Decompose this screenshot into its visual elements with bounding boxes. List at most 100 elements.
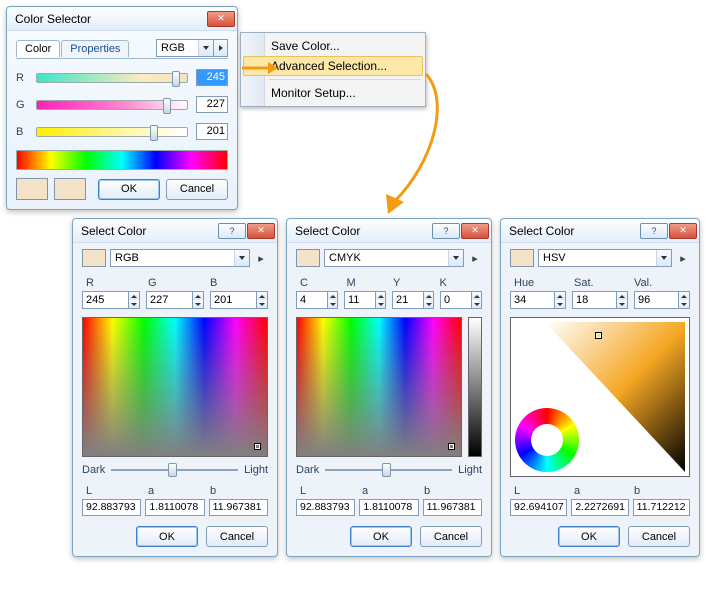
help-icon[interactable]: ? [640, 223, 668, 239]
spin-b[interactable] [210, 291, 268, 309]
menu-advanced-selection[interactable]: Advanced Selection... [243, 56, 423, 76]
close-icon[interactable]: ✕ [247, 223, 275, 239]
cancel-button[interactable]: Cancel [628, 526, 690, 547]
current-swatch [296, 249, 320, 267]
mode-combo[interactable]: RGB [110, 249, 250, 267]
overflow-icon[interactable]: ▸ [254, 251, 268, 265]
ok-button[interactable]: OK [98, 179, 160, 200]
brightness-slider[interactable] [111, 463, 238, 477]
chevron-right-icon [219, 45, 223, 51]
select-color-hsv-window: Select Color ? ✕ HSV ▸ Hue Sat. Val. [500, 218, 700, 557]
help-icon[interactable]: ? [432, 223, 460, 239]
tab-color[interactable]: Color [16, 40, 60, 57]
spin-hue[interactable] [510, 291, 566, 309]
cancel-button[interactable]: Cancel [166, 179, 228, 200]
head-y: Y [389, 277, 436, 289]
head-k: K [436, 277, 483, 289]
mode-combo-label: HSV [543, 252, 656, 264]
current-swatch [82, 249, 106, 267]
lab-a[interactable]: 2.2272691 [571, 499, 628, 516]
close-icon[interactable]: ✕ [461, 223, 489, 239]
spin-sat[interactable] [572, 291, 628, 309]
lab-L[interactable]: 92.883793 [82, 499, 141, 516]
spin-m[interactable] [344, 291, 386, 309]
lab-L-head: L [296, 485, 358, 497]
color-picker[interactable] [296, 317, 462, 457]
head-m: M [343, 277, 390, 289]
channel-b-label: B [16, 126, 28, 138]
tab-properties[interactable]: Properties [61, 40, 129, 57]
menu-monitor-setup[interactable]: Monitor Setup... [243, 83, 423, 103]
lab-b-head: b [206, 485, 268, 497]
head-sat: Sat. [570, 277, 630, 289]
slider-r[interactable] [36, 73, 188, 83]
mode-combo[interactable]: HSV [538, 249, 672, 267]
value-b[interactable]: 201 [196, 123, 228, 140]
spin-val[interactable] [634, 291, 690, 309]
overflow-menu-button[interactable] [214, 39, 228, 57]
current-swatch [16, 178, 48, 200]
lab-b[interactable]: 11.967381 [209, 499, 268, 516]
spin-c[interactable] [296, 291, 338, 309]
select-color-rgb-window: Select Color ? ✕ RGB ▸ R G B Da [72, 218, 278, 557]
mode-combo-label: RGB [115, 252, 234, 264]
head-r: R [82, 277, 144, 289]
chevron-down-icon [234, 250, 249, 266]
cancel-button[interactable]: Cancel [206, 526, 268, 547]
value-g[interactable]: 227 [196, 96, 228, 113]
overflow-icon[interactable]: ▸ [676, 251, 690, 265]
help-icon[interactable]: ? [218, 223, 246, 239]
channel-g-label: G [16, 99, 28, 111]
slider-g[interactable] [36, 100, 188, 110]
lab-L-head: L [82, 485, 144, 497]
lab-L-head: L [510, 485, 570, 497]
close-icon[interactable]: ✕ [669, 223, 697, 239]
overflow-icon[interactable]: ▸ [468, 251, 482, 265]
color-picker[interactable] [82, 317, 268, 457]
lab-a[interactable]: 1.8110078 [145, 499, 204, 516]
head-hue: Hue [510, 277, 570, 289]
channel-r-label: R [16, 72, 28, 84]
chevron-down-icon [448, 250, 463, 266]
menu-save-color[interactable]: Save Color... [243, 36, 423, 56]
cancel-button[interactable]: Cancel [420, 526, 482, 547]
light-label: Light [244, 464, 268, 476]
spin-g[interactable] [146, 291, 204, 309]
head-b: B [206, 277, 268, 289]
select-color-title: Select Color [81, 224, 146, 238]
mode-combo-label: RGB [161, 42, 198, 54]
ok-button[interactable]: OK [350, 526, 412, 547]
lab-b-head: b [420, 485, 482, 497]
hue-ring[interactable] [515, 408, 579, 472]
lab-L[interactable]: 92.694107 [510, 499, 567, 516]
current-swatch [510, 249, 534, 267]
spin-k[interactable] [440, 291, 482, 309]
context-menu: Save Color... Advanced Selection... Moni… [240, 32, 426, 107]
lab-a[interactable]: 1.8110078 [359, 499, 418, 516]
select-color-cmyk-window: Select Color ? ✕ CMYK ▸ C M Y K [286, 218, 492, 557]
lab-L[interactable]: 92.883793 [296, 499, 355, 516]
color-selector-window: Color Selector ✕ Color Properties RGB R … [6, 6, 238, 210]
mode-combo[interactable]: RGB [156, 39, 214, 57]
slider-b[interactable] [36, 127, 188, 137]
spin-y[interactable] [392, 291, 434, 309]
lab-b[interactable]: 11.967381 [423, 499, 482, 516]
mode-combo[interactable]: CMYK [324, 249, 464, 267]
select-color-title: Select Color [295, 224, 360, 238]
head-c: C [296, 277, 343, 289]
lab-a-head: a [144, 485, 206, 497]
brightness-slider[interactable] [325, 463, 452, 477]
color-spectrum[interactable] [16, 150, 228, 170]
spin-r[interactable] [82, 291, 140, 309]
lab-b[interactable]: 11.712212 [633, 499, 690, 516]
light-label: Light [458, 464, 482, 476]
head-g: G [144, 277, 206, 289]
chevron-down-icon [656, 250, 671, 266]
close-icon[interactable]: ✕ [207, 11, 235, 27]
value-r[interactable]: 245 [196, 69, 228, 86]
lab-b-head: b [630, 485, 690, 497]
hsv-picker[interactable] [510, 317, 690, 477]
k-bar[interactable] [468, 317, 482, 457]
ok-button[interactable]: OK [136, 526, 198, 547]
ok-button[interactable]: OK [558, 526, 620, 547]
